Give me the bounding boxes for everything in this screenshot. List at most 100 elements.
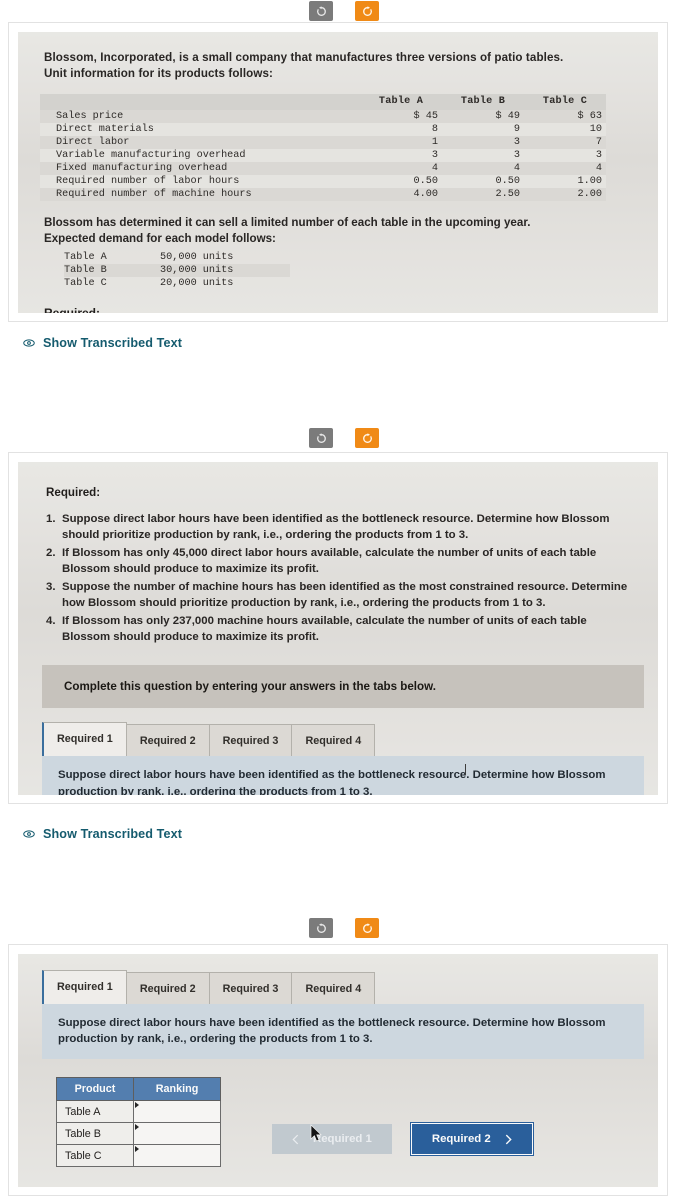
col-product: Product: [56, 1077, 134, 1102]
table-row: Table C: [56, 1144, 221, 1168]
scanned-requirements-image: Required: 1. Suppose direct labor hours …: [18, 462, 658, 795]
required-label: Required:: [44, 305, 101, 313]
scanned-answer-image: Required 1 Required 2 Required 3 Require…: [18, 954, 658, 1187]
show-transcribed-text-link-1[interactable]: Show Transcribed Text: [22, 336, 182, 350]
rotate-left-icon: [316, 5, 326, 16]
demand-intro-line-1: Blossom has determined it can sell a lim…: [44, 215, 531, 229]
row-label: Variable manufacturing overhead: [40, 148, 360, 162]
row-label: Required number of labor hours: [40, 174, 360, 188]
cell-c: 3: [524, 148, 606, 162]
tab-required-1[interactable]: Required 1: [42, 970, 127, 1004]
answer-requirement-tabs: Required 1 Required 2 Required 3 Require…: [42, 970, 658, 1004]
previous-required-button[interactable]: Required 1: [272, 1124, 392, 1155]
cell-a: 4.00: [360, 187, 442, 201]
requirements-image-card: Required: 1. Suppose direct labor hours …: [8, 452, 668, 804]
product-name: Table C: [56, 1144, 134, 1168]
list-item-text: Suppose direct labor hours have been ide…: [62, 513, 610, 542]
table-row: Required number of machine hours 4.00 2.…: [40, 187, 606, 201]
tab-required-4[interactable]: Required 4: [291, 724, 376, 757]
cell-a: 8: [360, 122, 442, 136]
question-image-card: Blossom, Incorporated, is a small compan…: [8, 22, 668, 322]
answer-tab-panel: Suppose direct labor hours have been ide…: [42, 1004, 644, 1060]
table-row: Direct labor 1 3 7: [40, 135, 606, 149]
cell-c: 10: [524, 122, 606, 136]
table-row: Fixed manufacturing overhead 4 4 4: [40, 161, 606, 175]
ranking-input-table-c[interactable]: [133, 1144, 221, 1168]
tab-required-2[interactable]: Required 2: [125, 972, 210, 1004]
rotate-controls-bottom: [0, 918, 688, 938]
cell-b: 3: [442, 148, 524, 162]
next-required-label: Required 2: [431, 1133, 491, 1146]
product-name: Table B: [56, 1122, 134, 1146]
next-required-button[interactable]: Required 2: [410, 1123, 533, 1156]
rotate-right-button[interactable]: [355, 1, 379, 21]
eye-icon: [23, 339, 35, 347]
rotate-left-icon: [316, 922, 326, 933]
row-label: Sales price: [40, 109, 360, 123]
list-item-number: 2.: [46, 546, 56, 559]
show-transcribed-text-label: Show Transcribed Text: [43, 336, 183, 350]
table-row: Table A: [56, 1100, 221, 1124]
rotate-right-button[interactable]: [355, 428, 379, 448]
question-intro-line-2: Unit information for its products follow…: [44, 67, 273, 81]
requirements-list: 1. Suppose direct labor hours have been …: [46, 511, 632, 645]
demand-units: 50,000 units: [160, 251, 234, 263]
unit-information-table: Table A Table B Table C Sales price $ 45…: [40, 93, 606, 201]
tab-required-4[interactable]: Required 4: [291, 972, 376, 1004]
unit-col-blank: [40, 93, 360, 110]
cell-b: 0.50: [442, 174, 524, 188]
list-item-number: 4.: [46, 614, 56, 627]
cell-a: $ 45: [360, 109, 442, 123]
expected-demand-table: Table A 50,000 units Table B 30,000 unit…: [64, 251, 290, 290]
row-label: Direct materials: [40, 122, 360, 136]
tab-required-3[interactable]: Required 3: [208, 972, 293, 1004]
list-item-number: 3.: [46, 580, 56, 593]
tab-panel-line-1: Suppose direct labor hours have been ide…: [58, 769, 606, 782]
table-row: Variable manufacturing overhead 3 3 3: [40, 148, 606, 162]
row-label: Required number of machine hours: [40, 187, 360, 201]
ranking-input-table-a[interactable]: [133, 1100, 221, 1124]
cell-c: $ 63: [524, 109, 606, 123]
rotate-left-button[interactable]: [309, 428, 333, 448]
requirement-tabs: Required 1 Required 2 Required 3 Require…: [42, 722, 658, 757]
requirements-heading: Required:: [46, 486, 101, 499]
scanned-question-image: Blossom, Incorporated, is a small compan…: [18, 32, 658, 313]
product-name: Table A: [56, 1100, 134, 1124]
cell-b: 4: [442, 161, 524, 175]
rotate-controls-middle: [0, 428, 688, 448]
col-ranking: Ranking: [133, 1077, 221, 1102]
rotate-left-button[interactable]: [309, 1, 333, 21]
table-header-row: Product Ranking: [56, 1077, 221, 1102]
demand-intro-line-2: Expected demand for each model follows:: [44, 232, 276, 246]
answer-entry-card: Required 1 Required 2 Required 3 Require…: [8, 944, 668, 1196]
tab-required-1[interactable]: Required 1: [42, 722, 127, 757]
tab-panel-required-1: Suppose direct labor hours have been ide…: [42, 756, 644, 795]
cell-a: 3: [360, 148, 442, 162]
table-row: Direct materials 8 9 10: [40, 122, 606, 136]
chevron-left-icon: [292, 1134, 299, 1145]
ranking-answer-table: Product Ranking Table A Table B Table C: [56, 1077, 221, 1168]
rotate-controls-top: [0, 0, 688, 22]
list-item: 1. Suppose direct labor hours have been …: [46, 511, 632, 544]
previous-required-label: Required 1: [313, 1133, 372, 1146]
tab-required-2[interactable]: Required 2: [125, 724, 210, 757]
eye-icon: [23, 830, 35, 838]
rotate-right-icon: [362, 432, 372, 443]
list-item: 4. If Blossom has only 237,000 machine h…: [46, 613, 632, 646]
table-row: Table C 20,000 units: [64, 277, 290, 290]
cell-b: 9: [442, 122, 524, 136]
rotate-right-button[interactable]: [355, 918, 379, 938]
tab-required-3[interactable]: Required 3: [208, 724, 293, 757]
demand-model: Table A: [64, 251, 107, 263]
demand-intro: Blossom has determined it can sell a lim…: [18, 201, 658, 248]
table-row: Table A 50,000 units: [64, 251, 290, 264]
cell-a: 4: [360, 161, 442, 175]
cell-c: 2.00: [524, 187, 606, 201]
ranking-input-table-b[interactable]: [133, 1122, 221, 1146]
rotate-left-button[interactable]: [309, 918, 333, 938]
rotate-right-icon: [362, 5, 372, 16]
show-transcribed-text-link-2[interactable]: Show Transcribed Text: [22, 827, 182, 841]
cell-a: 1: [360, 135, 442, 149]
demand-model: Table C: [64, 277, 107, 289]
text-cursor-icon: [465, 764, 466, 776]
